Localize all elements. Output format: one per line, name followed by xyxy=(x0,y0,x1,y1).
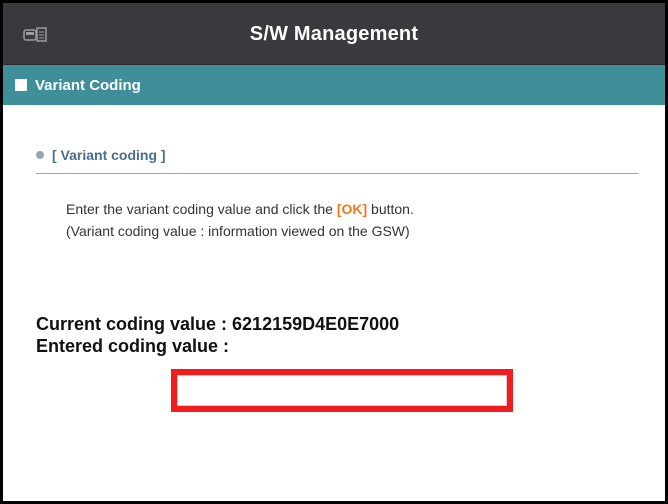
current-coding-row: Current coding value : 6212159D4E0E7000 xyxy=(36,313,399,335)
instruction-suffix: button. xyxy=(367,201,414,217)
instruction-line-2: (Variant coding value : information view… xyxy=(66,223,410,239)
section-title: Variant Coding xyxy=(35,76,141,94)
current-coding-label: Current coding value : xyxy=(36,314,233,334)
divider xyxy=(36,173,638,174)
ok-keyword: [OK] xyxy=(336,201,368,217)
subheading: [ Variant coding ] xyxy=(36,147,166,163)
dot-bullet-icon xyxy=(36,151,44,159)
coding-value-input[interactable] xyxy=(177,375,507,406)
square-bullet-icon xyxy=(15,79,27,91)
instruction-prefix: Enter the variant coding value and click… xyxy=(66,201,337,217)
app-window: S/W Management Variant Coding [ Variant … xyxy=(0,0,668,504)
coding-values: Current coding value : 6212159D4E0E7000 … xyxy=(36,313,399,357)
instruction-text: Enter the variant coding value and click… xyxy=(66,198,414,242)
title-bar: S/W Management xyxy=(3,3,665,65)
page-title: S/W Management xyxy=(249,23,419,45)
section-header: Variant Coding xyxy=(3,65,665,105)
instruction-line-1: Enter the variant coding value and click… xyxy=(66,198,414,220)
current-coding-value: 6212159D4E0E7000 xyxy=(232,314,400,334)
entered-coding-label: Entered coding value : xyxy=(36,336,230,356)
entered-coding-highlight xyxy=(171,369,513,412)
subheading-label: [ Variant coding ] xyxy=(52,147,166,163)
